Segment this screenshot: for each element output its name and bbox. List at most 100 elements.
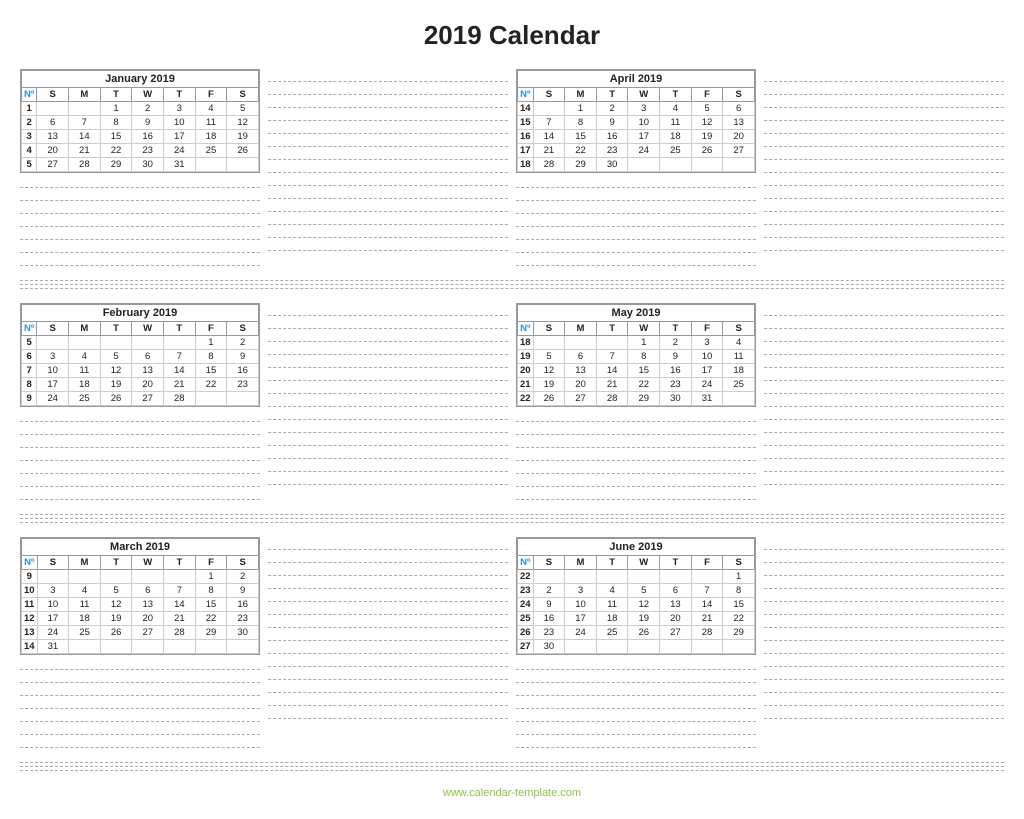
calendar-table: NºSMTWTFS1812341956789101120121314151617… xyxy=(517,321,755,406)
note-line xyxy=(268,693,508,706)
note-line xyxy=(516,670,756,683)
calendar-table: NºSMTWTFS2212323456782491011121314152516… xyxy=(517,555,755,654)
note-line xyxy=(764,550,1004,563)
note-line xyxy=(268,459,508,472)
note-line xyxy=(268,576,508,589)
notes-area[interactable] xyxy=(20,409,260,500)
notes-area-full[interactable] xyxy=(268,303,508,500)
note-line xyxy=(764,303,1004,316)
row-separator xyxy=(20,276,1004,293)
note-line xyxy=(268,212,508,225)
note-line xyxy=(516,175,756,188)
note-line xyxy=(20,722,260,735)
notes-area[interactable] xyxy=(516,175,756,266)
note-line xyxy=(764,225,1004,238)
note-line xyxy=(764,563,1004,576)
note-line xyxy=(20,474,260,487)
note-line xyxy=(268,446,508,459)
note-line xyxy=(764,212,1004,225)
note-line xyxy=(20,201,260,214)
note-line xyxy=(268,680,508,693)
calendar-month-title: April 2019 xyxy=(517,70,755,87)
note-line xyxy=(268,394,508,407)
note-line xyxy=(764,108,1004,121)
note-line xyxy=(268,238,508,251)
notes-area-full[interactable] xyxy=(764,303,1004,500)
note-line xyxy=(516,448,756,461)
note-line xyxy=(764,706,1004,719)
row-separator xyxy=(20,510,1004,527)
row-separator xyxy=(20,758,1004,775)
notes-area[interactable] xyxy=(516,657,756,748)
note-line xyxy=(764,381,1004,394)
note-line xyxy=(268,615,508,628)
calendar-section: May 2019NºSMTWTFS18123419567891011201213… xyxy=(516,303,756,500)
notes-column[interactable] xyxy=(268,303,508,500)
notes-area-full[interactable] xyxy=(764,69,1004,266)
notes-area[interactable] xyxy=(20,175,260,266)
note-line xyxy=(764,641,1004,654)
note-line xyxy=(20,448,260,461)
note-line xyxy=(20,683,260,696)
note-line xyxy=(516,188,756,201)
calendar-section: April 2019NºSMTWTFS141234561578910111213… xyxy=(516,69,756,266)
notes-area[interactable] xyxy=(20,657,260,748)
note-line xyxy=(764,433,1004,446)
note-line xyxy=(764,147,1004,160)
note-line xyxy=(20,240,260,253)
note-line xyxy=(268,472,508,485)
note-line xyxy=(268,303,508,316)
note-line xyxy=(516,201,756,214)
note-line xyxy=(516,722,756,735)
footer-link[interactable]: www.calendar-template.com xyxy=(20,787,1004,799)
notes-column[interactable] xyxy=(764,303,1004,500)
note-line xyxy=(20,709,260,722)
calendar-table: NºSMTWTFS1123452678910111231314151617181… xyxy=(21,87,259,172)
calendar-table: NºSMTWTFS5126345678971011121314151681718… xyxy=(21,321,259,406)
note-line xyxy=(764,316,1004,329)
notes-column[interactable] xyxy=(268,69,508,266)
note-line xyxy=(268,563,508,576)
note-line xyxy=(268,628,508,641)
note-line xyxy=(268,134,508,147)
note-line xyxy=(516,253,756,266)
note-line xyxy=(764,576,1004,589)
note-line xyxy=(764,329,1004,342)
note-line xyxy=(764,95,1004,108)
calendar-month-title: January 2019 xyxy=(21,70,259,87)
note-line xyxy=(268,550,508,563)
note-line xyxy=(764,238,1004,251)
note-line xyxy=(20,188,260,201)
note-line xyxy=(764,537,1004,550)
notes-area[interactable] xyxy=(516,409,756,500)
notes-area-full[interactable] xyxy=(268,537,508,748)
note-line xyxy=(764,667,1004,680)
note-line xyxy=(516,435,756,448)
note-line xyxy=(20,735,260,748)
note-line xyxy=(764,407,1004,420)
calendar-table: NºSMTWTFS1412345615789101112131614151617… xyxy=(517,87,755,172)
note-line xyxy=(20,409,260,422)
note-line xyxy=(764,121,1004,134)
note-line xyxy=(516,709,756,722)
note-line xyxy=(20,227,260,240)
calendar-month-title: June 2019 xyxy=(517,538,755,555)
notes-area-full[interactable] xyxy=(268,69,508,266)
calendar-grid: January 2019NºSMTWTFS1123452678910111231… xyxy=(20,69,1004,775)
note-line xyxy=(268,368,508,381)
note-line xyxy=(516,461,756,474)
note-line xyxy=(764,173,1004,186)
page-title: 2019 Calendar xyxy=(20,20,1004,51)
note-line xyxy=(268,95,508,108)
calendar-month-title: May 2019 xyxy=(517,304,755,321)
notes-column[interactable] xyxy=(764,537,1004,748)
note-line xyxy=(764,186,1004,199)
notes-column[interactable] xyxy=(268,537,508,748)
notes-column[interactable] xyxy=(764,69,1004,266)
notes-area-full[interactable] xyxy=(764,537,1004,748)
note-line xyxy=(268,121,508,134)
calendar-section: June 2019NºSMTWTFS2212323456782491011121… xyxy=(516,537,756,748)
note-line xyxy=(20,670,260,683)
note-line xyxy=(20,422,260,435)
note-line xyxy=(20,253,260,266)
